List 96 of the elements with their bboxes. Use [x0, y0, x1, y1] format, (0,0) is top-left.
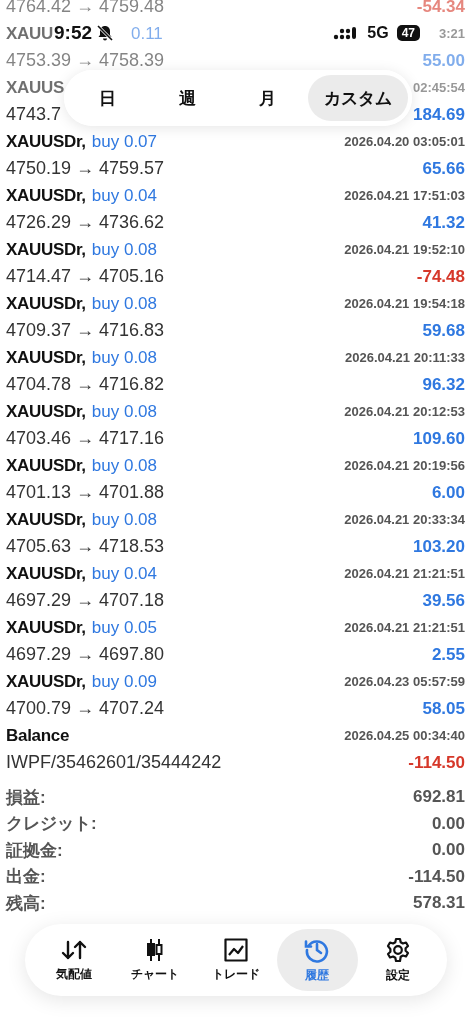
symbol-label: XAUU [6, 23, 53, 44]
price-range: 4743.7 [6, 104, 62, 125]
profit-value: 2.55 [431, 644, 465, 665]
order-side-label: buy 0.05 [91, 617, 158, 638]
nav-tab[interactable]: 履歴 [276, 929, 358, 991]
symbol-label: Balance [6, 725, 70, 746]
price-range: 4753.39 → 4758.39 [6, 50, 165, 71]
summary-label: 証拠金: [6, 839, 63, 862]
profit-value: 58.05 [422, 698, 465, 719]
summary-label: 出金: [6, 866, 46, 889]
profit-value: 65.66 [422, 158, 465, 179]
profit-value: 41.32 [422, 212, 465, 233]
period-tab[interactable]: 週 [147, 75, 228, 121]
price-range: 4750.19 → 4759.57 [6, 158, 165, 179]
order-side-label: buy 0.08 [91, 455, 158, 476]
trade-time: 2026.04.25 00:34:40 [344, 728, 465, 743]
price-range: 4697.29 → 4697.80 [6, 644, 165, 665]
symbol-label: XAUUSDr, [6, 671, 86, 692]
profit-value: 96.32 [422, 374, 465, 395]
symbol-label: XAUUSDr, [6, 617, 86, 638]
profit-value: 39.56 [422, 590, 465, 611]
volume-label: 0.11 [131, 23, 163, 44]
summary-label: 残高: [6, 892, 46, 915]
summary-value: -114.50 [408, 866, 465, 887]
symbol-label: XAUUSDr, [6, 401, 86, 422]
order-side-label: buy 0.08 [91, 347, 158, 368]
period-tab[interactable]: 月 [227, 75, 308, 121]
order-side-label: buy 0.04 [91, 185, 158, 206]
line-chart-icon [224, 937, 248, 962]
trade-time: 2026.04.21 19:52:10 [344, 242, 465, 257]
symbol-label: XAUUSDr, [6, 131, 86, 152]
price-range: 4704.78 → 4716.82 [6, 374, 165, 395]
trade-time: 2026.04.20 03:05:01 [344, 134, 465, 149]
profit-value: 109.60 [413, 428, 465, 449]
profit-value: -74.48 [416, 266, 465, 287]
trade-time: 2026.04.21 21:21:51 [344, 566, 465, 581]
profit-value: 6.00 [431, 482, 465, 503]
profit-value: 59.68 [422, 320, 465, 341]
status-time: 9:52 [54, 22, 93, 44]
summary-label: クレジット: [6, 813, 97, 836]
price-range: 4697.29 → 4707.18 [6, 590, 165, 611]
profit-value: 103.20 [413, 536, 465, 557]
price-range: 4705.63 → 4718.53 [6, 536, 165, 557]
order-side-label: buy 0.07 [91, 131, 158, 152]
nav-tab[interactable]: チャート [114, 929, 196, 991]
summary-value: 578.31 [413, 893, 465, 914]
profit-value: -54.34 [416, 0, 465, 17]
trade-time: 2026.04.21 20:11:33 [345, 350, 465, 365]
trade-time: 3:21 [438, 26, 465, 41]
nav-tab[interactable]: トレード [195, 929, 277, 991]
profit-value: 55.00 [422, 50, 465, 71]
profit-value: 184.69 [413, 104, 465, 125]
trade-time: 2026.04.21 21:21:51 [344, 620, 465, 635]
symbol-label: XAUUSDr, [6, 509, 86, 530]
order-side-label: buy 0.08 [91, 239, 158, 260]
price-range: 4703.46 → 4717.16 [6, 428, 165, 449]
trade-time: 2026.04.21 20:19:56 [344, 458, 465, 473]
symbol-label: XAUUSDr, [6, 293, 86, 314]
price-range: 4709.37 → 4716.83 [6, 320, 165, 341]
price-range: 4764.42 → 4759.48 [6, 0, 165, 17]
trade-time: 2026.04.21 17:51:03 [344, 188, 465, 203]
bell-slash-icon [96, 24, 115, 42]
trade-time: 2026.04.21 20:33:34 [344, 512, 465, 527]
price-range: 4726.29 → 4736.62 [6, 212, 165, 233]
order-side-label: buy 0.08 [91, 293, 158, 314]
order-side-label: buy 0.08 [91, 509, 158, 530]
trade-time: 2026.04.23 05:57:59 [344, 674, 465, 689]
nav-tab[interactable]: 設定 [357, 929, 439, 991]
settings-icon [385, 936, 412, 963]
price-range: 4714.47 → 4705.16 [6, 266, 165, 287]
symbol-label: XAUUSDr, [6, 239, 86, 260]
trade-time: 2026.04.21 20:12:53 [344, 404, 465, 419]
trade-time: 2026.04.21 19:54:18 [344, 296, 465, 311]
price-range: 4701.13 → 4701.88 [6, 482, 165, 503]
profit-value: -114.50 [408, 752, 465, 773]
summary-value: 692.81 [413, 787, 465, 808]
order-side-label: buy 0.09 [91, 671, 158, 692]
trade-time: 02:45:54 [412, 80, 465, 95]
network-label: 5G [367, 24, 389, 42]
summary-value: 0.00 [431, 813, 465, 834]
symbol-label: XAUUSDr, [6, 455, 86, 476]
symbol-label: XAUUS [6, 77, 64, 98]
period-tab[interactable]: カスタム [307, 75, 408, 121]
price-range: IWPF/35462601/35444242 [6, 752, 222, 773]
summary-label: 損益: [6, 786, 46, 809]
symbol-label: XAUUSDr, [6, 185, 86, 206]
nav-tab[interactable]: 気配値 [33, 929, 115, 991]
order-side-label: buy 0.04 [91, 563, 158, 584]
price-range: 4700.79 → 4707.24 [6, 698, 165, 719]
symbol-label: XAUUSDr, [6, 563, 86, 584]
order-side-label: buy 0.08 [91, 401, 158, 422]
signal-icon [333, 26, 358, 40]
period-tab[interactable]: 日 [68, 75, 148, 121]
symbol-label: XAUUSDr, [6, 347, 86, 368]
summary-value: 0.00 [431, 840, 465, 861]
battery-indicator: 47 [396, 25, 420, 41]
